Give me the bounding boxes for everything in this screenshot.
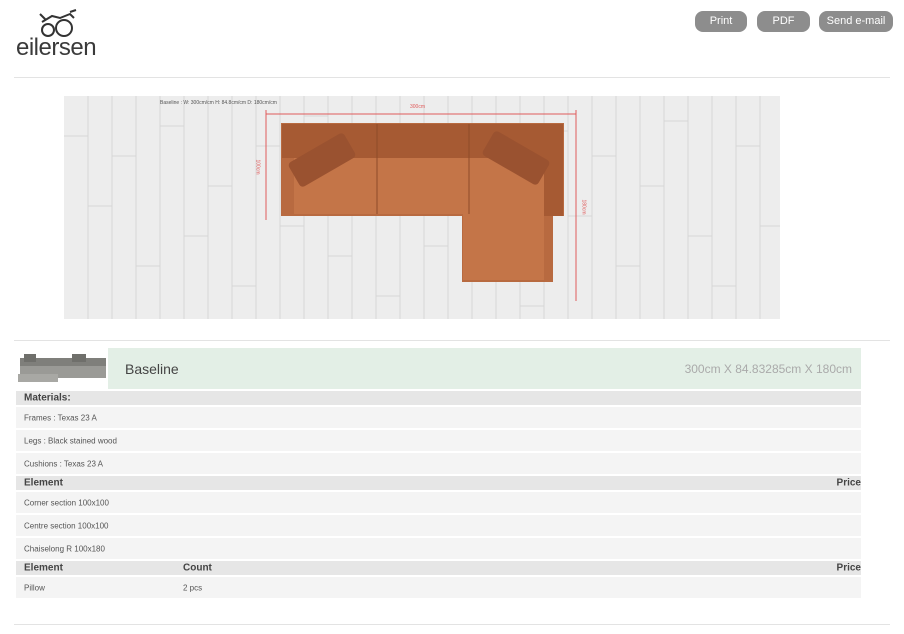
element-item: Centre section 100x100 (24, 521, 109, 530)
count-column-header: Count (183, 562, 212, 574)
material-item: Legs : Black stained wood (24, 436, 117, 445)
price-column-header: Price (836, 562, 861, 574)
plan-dimension-label: Baseline : W: 300cm/cm H: 84.8cm/cm D: 1… (160, 100, 277, 106)
plan-width-label: 300cm (410, 104, 426, 110)
material-item: Frames : Texas 23 A (24, 413, 97, 422)
product-header-bar: Baseline 300cm X 84.83285cm X 180cm (108, 348, 861, 389)
divider (14, 624, 890, 625)
table-row: Centre section 100x100 (16, 515, 861, 538)
sofa-icon (281, 123, 564, 282)
table-row: Frames : Texas 23 A (16, 407, 861, 430)
send-email-button[interactable]: Send e-mail (819, 11, 893, 32)
floor-plan-drawing (64, 96, 780, 319)
floor-plan: Baseline : W: 300cm/cm H: 84.8cm/cm D: 1… (64, 96, 780, 319)
product-name: Baseline (125, 361, 179, 377)
table-row: Chaiselong R 100x180 (16, 538, 861, 561)
elements-header-row: Element Price (16, 476, 861, 492)
table-row: Cushions : Texas 23 A (16, 453, 861, 476)
header: eilersen Print PDF Send e-mail (0, 0, 904, 78)
accessory-name: Pillow (24, 583, 45, 592)
logo-text: eilersen (16, 34, 97, 61)
accessory-count: 2 pcs (183, 583, 203, 592)
specification-table: Materials: Frames : Texas 23 A Legs : Bl… (16, 391, 861, 600)
material-item: Cushions : Texas 23 A (24, 459, 104, 468)
element-column-header: Element (24, 477, 63, 489)
plan-depth-right-label: 180cm (580, 199, 587, 215)
accessories-header-row: Element Count Price (16, 561, 861, 577)
materials-header: Materials: (24, 392, 71, 404)
table-row: Pillow 2 pcs (16, 577, 861, 600)
divider (14, 340, 890, 341)
pdf-button[interactable]: PDF (757, 11, 810, 32)
element-item: Corner section 100x100 (24, 498, 109, 507)
table-row: Corner section 100x100 (16, 492, 861, 515)
price-column-header: Price (836, 477, 861, 489)
plan-depth-left-label: 100cm (254, 159, 261, 175)
element-column-header: Element (24, 562, 63, 574)
print-button[interactable]: Print (695, 11, 747, 32)
sofa-thumbnail-icon (18, 354, 106, 382)
product-thumbnail (16, 350, 108, 386)
table-row: Legs : Black stained wood (16, 430, 861, 453)
divider (14, 77, 890, 78)
element-item: Chaiselong R 100x180 (24, 544, 105, 553)
eilersen-logo[interactable]: eilersen (16, 8, 106, 61)
product-dimensions: 300cm X 84.83285cm X 180cm (684, 362, 852, 376)
materials-header-row: Materials: (16, 391, 861, 407)
